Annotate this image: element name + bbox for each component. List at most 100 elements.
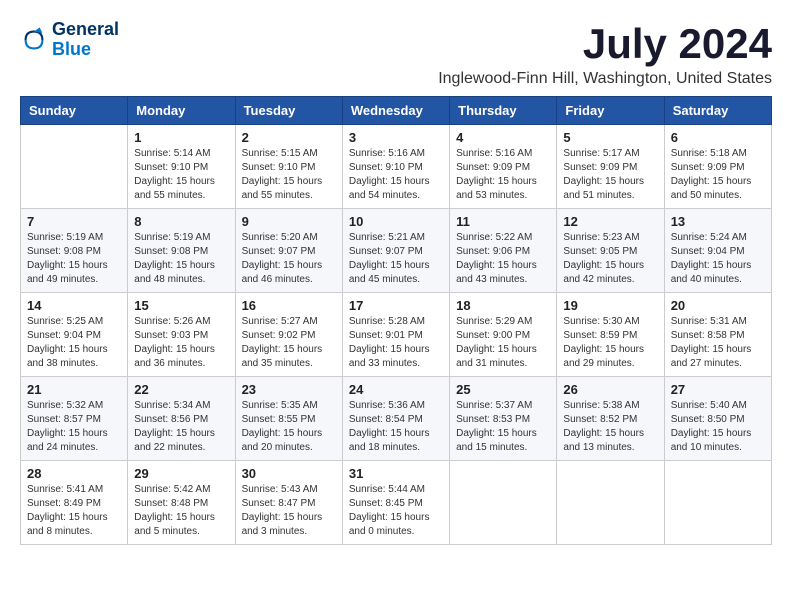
calendar-week-row: 1 Sunrise: 5:14 AM Sunset: 9:10 PM Daylig…	[21, 125, 772, 209]
day-number: 13	[671, 214, 765, 229]
day-info: Sunrise: 5:27 AM Sunset: 9:02 PM Dayligh…	[242, 315, 336, 371]
day-info: Sunrise: 5:22 AM Sunset: 9:06 PM Dayligh…	[456, 231, 550, 287]
day-info: Sunrise: 5:18 AM Sunset: 9:09 PM Dayligh…	[671, 147, 765, 203]
calendar-cell	[557, 461, 664, 545]
calendar-cell: 20 Sunrise: 5:31 AM Sunset: 8:58 PM Dayli…	[664, 293, 771, 377]
calendar-cell	[21, 125, 128, 209]
day-info: Sunrise: 5:32 AM Sunset: 8:57 PM Dayligh…	[27, 399, 121, 455]
day-number: 14	[27, 298, 121, 313]
calendar-week-row: 14Sunrise: 5:25 AM Sunset: 9:04 PM Dayli…	[21, 293, 772, 377]
day-number: 20	[671, 298, 765, 313]
day-number: 11	[456, 214, 550, 229]
day-number: 8	[134, 214, 228, 229]
calendar-cell: 14Sunrise: 5:25 AM Sunset: 9:04 PM Dayli…	[21, 293, 128, 377]
day-number: 28	[27, 466, 121, 481]
day-info: Sunrise: 5:41 AM Sunset: 8:49 PM Dayligh…	[27, 483, 121, 539]
day-number: 22	[134, 382, 228, 397]
calendar-cell: 29Sunrise: 5:42 AM Sunset: 8:48 PM Dayli…	[128, 461, 235, 545]
day-info: Sunrise: 5:24 AM Sunset: 9:04 PM Dayligh…	[671, 231, 765, 287]
day-info: Sunrise: 5:36 AM Sunset: 8:54 PM Dayligh…	[349, 399, 443, 455]
logo-icon	[20, 26, 48, 54]
day-number: 18	[456, 298, 550, 313]
calendar-cell: 1 Sunrise: 5:14 AM Sunset: 9:10 PM Daylig…	[128, 125, 235, 209]
day-info: Sunrise: 5:37 AM Sunset: 8:53 PM Dayligh…	[456, 399, 550, 455]
day-number: 1	[134, 130, 228, 145]
day-number: 10	[349, 214, 443, 229]
calendar-cell: 30 Sunrise: 5:43 AM Sunset: 8:47 PM Dayli…	[235, 461, 342, 545]
day-number: 25	[456, 382, 550, 397]
day-number: 15	[134, 298, 228, 313]
weekday-header: Wednesday	[342, 97, 449, 125]
calendar-cell: 28 Sunrise: 5:41 AM Sunset: 8:49 PM Dayli…	[21, 461, 128, 545]
day-info: Sunrise: 5:28 AM Sunset: 9:01 PM Dayligh…	[349, 315, 443, 371]
header-row: SundayMondayTuesdayWednesdayThursdayFrid…	[21, 97, 772, 125]
day-number: 31	[349, 466, 443, 481]
calendar-cell: 6 Sunrise: 5:18 AM Sunset: 9:09 PM Daylig…	[664, 125, 771, 209]
day-info: Sunrise: 5:17 AM Sunset: 9:09 PM Dayligh…	[563, 147, 657, 203]
day-info: Sunrise: 5:16 AM Sunset: 9:10 PM Dayligh…	[349, 147, 443, 203]
calendar-week-row: 28 Sunrise: 5:41 AM Sunset: 8:49 PM Dayli…	[21, 461, 772, 545]
weekday-header: Saturday	[664, 97, 771, 125]
calendar-cell: 10Sunrise: 5:21 AM Sunset: 9:07 PM Dayli…	[342, 209, 449, 293]
weekday-header: Tuesday	[235, 97, 342, 125]
day-info: Sunrise: 5:30 AM Sunset: 8:59 PM Dayligh…	[563, 315, 657, 371]
day-info: Sunrise: 5:29 AM Sunset: 9:00 PM Dayligh…	[456, 315, 550, 371]
calendar-cell: 13 Sunrise: 5:24 AM Sunset: 9:04 PM Dayli…	[664, 209, 771, 293]
calendar-cell: 17Sunrise: 5:28 AM Sunset: 9:01 PM Dayli…	[342, 293, 449, 377]
day-number: 7	[27, 214, 121, 229]
day-info: Sunrise: 5:16 AM Sunset: 9:09 PM Dayligh…	[456, 147, 550, 203]
calendar-cell: 26 Sunrise: 5:38 AM Sunset: 8:52 PM Dayli…	[557, 377, 664, 461]
calendar-cell: 25 Sunrise: 5:37 AM Sunset: 8:53 PM Dayli…	[450, 377, 557, 461]
day-number: 21	[27, 382, 121, 397]
day-number: 12	[563, 214, 657, 229]
day-number: 30	[242, 466, 336, 481]
weekday-header: Thursday	[450, 97, 557, 125]
day-info: Sunrise: 5:19 AM Sunset: 9:08 PM Dayligh…	[27, 231, 121, 287]
day-info: Sunrise: 5:43 AM Sunset: 8:47 PM Dayligh…	[242, 483, 336, 539]
day-info: Sunrise: 5:23 AM Sunset: 9:05 PM Dayligh…	[563, 231, 657, 287]
calendar-cell: 12 Sunrise: 5:23 AM Sunset: 9:05 PM Dayli…	[557, 209, 664, 293]
day-number: 16	[242, 298, 336, 313]
day-info: Sunrise: 5:40 AM Sunset: 8:50 PM Dayligh…	[671, 399, 765, 455]
calendar-cell: 3Sunrise: 5:16 AM Sunset: 9:10 PM Daylig…	[342, 125, 449, 209]
header: General Blue July 2024 Inglewood-Finn Hi…	[20, 20, 772, 88]
day-number: 6	[671, 130, 765, 145]
day-info: Sunrise: 5:35 AM Sunset: 8:55 PM Dayligh…	[242, 399, 336, 455]
calendar-cell: 22 Sunrise: 5:34 AM Sunset: 8:56 PM Dayli…	[128, 377, 235, 461]
calendar-cell: 9 Sunrise: 5:20 AM Sunset: 9:07 PM Daylig…	[235, 209, 342, 293]
weekday-header: Friday	[557, 97, 664, 125]
day-info: Sunrise: 5:26 AM Sunset: 9:03 PM Dayligh…	[134, 315, 228, 371]
calendar-cell	[664, 461, 771, 545]
calendar-cell: 27 Sunrise: 5:40 AM Sunset: 8:50 PM Dayli…	[664, 377, 771, 461]
day-info: Sunrise: 5:38 AM Sunset: 8:52 PM Dayligh…	[563, 399, 657, 455]
calendar-week-row: 21 Sunrise: 5:32 AM Sunset: 8:57 PM Dayli…	[21, 377, 772, 461]
day-number: 19	[563, 298, 657, 313]
day-number: 5	[563, 130, 657, 145]
day-info: Sunrise: 5:14 AM Sunset: 9:10 PM Dayligh…	[134, 147, 228, 203]
day-info: Sunrise: 5:15 AM Sunset: 9:10 PM Dayligh…	[242, 147, 336, 203]
day-number: 2	[242, 130, 336, 145]
day-number: 29	[134, 466, 228, 481]
day-info: Sunrise: 5:19 AM Sunset: 9:08 PM Dayligh…	[134, 231, 228, 287]
title-area: July 2024 Inglewood-Finn Hill, Washingto…	[438, 20, 772, 88]
day-info: Sunrise: 5:34 AM Sunset: 8:56 PM Dayligh…	[134, 399, 228, 455]
calendar-cell: 8 Sunrise: 5:19 AM Sunset: 9:08 PM Daylig…	[128, 209, 235, 293]
calendar-subtitle: Inglewood-Finn Hill, Washington, United …	[438, 70, 772, 88]
weekday-header: Monday	[128, 97, 235, 125]
calendar-cell: 16 Sunrise: 5:27 AM Sunset: 9:02 PM Dayli…	[235, 293, 342, 377]
calendar-cell: 23 Sunrise: 5:35 AM Sunset: 8:55 PM Dayli…	[235, 377, 342, 461]
calendar-cell: 18 Sunrise: 5:29 AM Sunset: 9:00 PM Dayli…	[450, 293, 557, 377]
day-info: Sunrise: 5:44 AM Sunset: 8:45 PM Dayligh…	[349, 483, 443, 539]
calendar-cell: 21 Sunrise: 5:32 AM Sunset: 8:57 PM Dayli…	[21, 377, 128, 461]
day-number: 9	[242, 214, 336, 229]
day-info: Sunrise: 5:20 AM Sunset: 9:07 PM Dayligh…	[242, 231, 336, 287]
day-number: 4	[456, 130, 550, 145]
calendar-cell: 11 Sunrise: 5:22 AM Sunset: 9:06 PM Dayli…	[450, 209, 557, 293]
day-number: 27	[671, 382, 765, 397]
day-number: 26	[563, 382, 657, 397]
day-info: Sunrise: 5:31 AM Sunset: 8:58 PM Dayligh…	[671, 315, 765, 371]
calendar-table: SundayMondayTuesdayWednesdayThursdayFrid…	[20, 96, 772, 545]
calendar-cell: 15 Sunrise: 5:26 AM Sunset: 9:03 PM Dayli…	[128, 293, 235, 377]
calendar-cell: 24Sunrise: 5:36 AM Sunset: 8:54 PM Dayli…	[342, 377, 449, 461]
day-number: 23	[242, 382, 336, 397]
